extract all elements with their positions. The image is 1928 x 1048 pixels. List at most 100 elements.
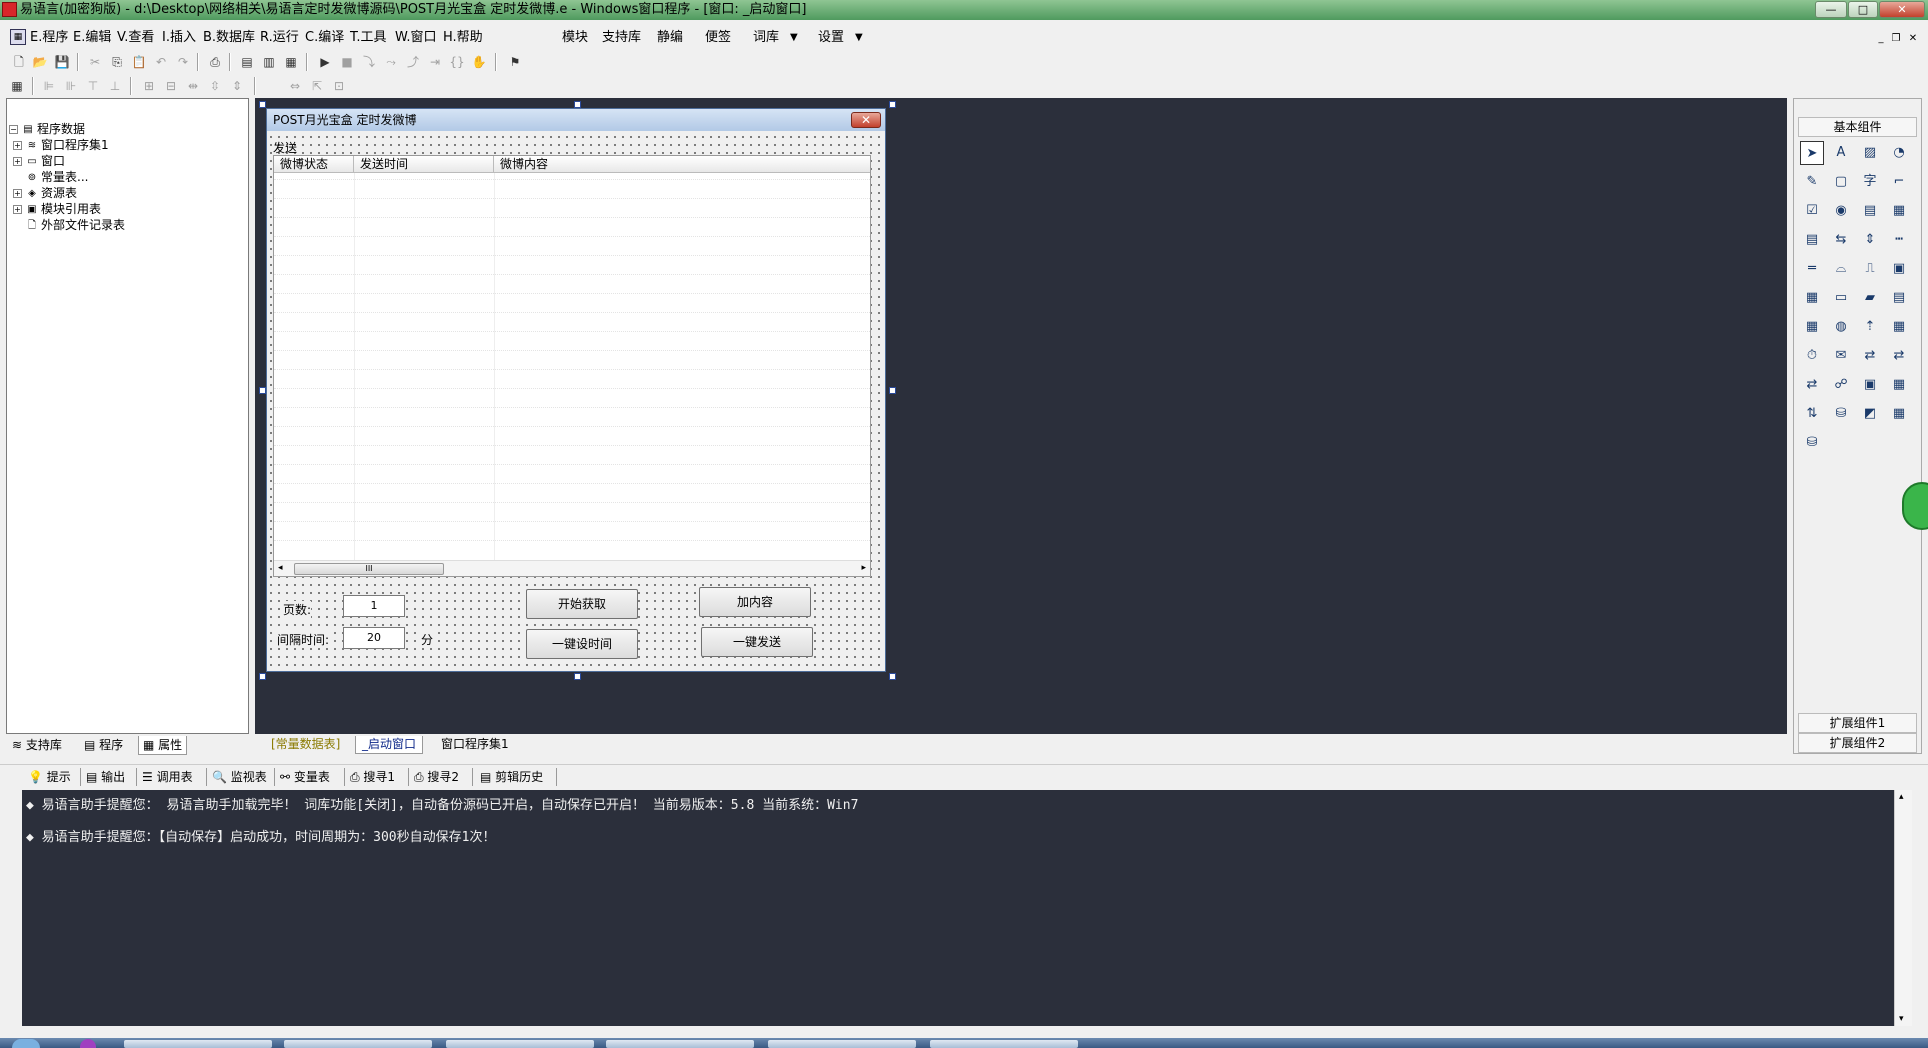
expand-icon[interactable]: + xyxy=(13,205,22,214)
send-all-button[interactable]: 一键发送 xyxy=(701,627,813,657)
taskbar-window[interactable] xyxy=(768,1040,916,1048)
progress-icon[interactable]: ┅ xyxy=(1887,228,1911,252)
chart-icon[interactable]: ◩ xyxy=(1858,402,1882,426)
stop-icon[interactable]: ■ xyxy=(338,53,356,71)
radio-icon[interactable]: ◉ xyxy=(1829,199,1853,223)
design-window[interactable]: POST月光宝盒 定时发微博 ✕ 发送 微博状态 发送时间 微博内容 ◂ III… xyxy=(266,108,886,672)
spinner-icon[interactable]: ⇡ xyxy=(1858,315,1882,339)
menu-notes[interactable]: 便签 xyxy=(705,30,731,46)
tab-output[interactable]: ▤ 输出 xyxy=(86,768,125,786)
odbc-icon[interactable]: ▦ xyxy=(1887,402,1911,426)
column-header-content[interactable]: 微博内容 xyxy=(494,156,870,173)
space-v-icon[interactable]: ⇳ xyxy=(206,77,224,95)
menu-static-compile[interactable]: 静编 xyxy=(657,30,683,46)
weibo-list-view[interactable]: 微博状态 发送时间 微博内容 ◂ III ▸ xyxy=(273,155,871,577)
menu-database[interactable]: B.数据库 xyxy=(203,30,255,46)
port-icon[interactable]: ☍ xyxy=(1829,373,1853,397)
vscroll-icon[interactable]: ⇕ xyxy=(1858,228,1882,252)
menu-support-lib[interactable]: 支持库 xyxy=(602,30,641,46)
tab-icon[interactable]: ⌓ xyxy=(1829,257,1853,281)
align-top-icon[interactable]: ⊤ xyxy=(84,77,102,95)
menu-module[interactable]: 模块 xyxy=(562,30,588,46)
align-right-icon[interactable]: ⊪ xyxy=(62,77,80,95)
same-height-icon[interactable]: ⇕ xyxy=(228,77,246,95)
tab-hint[interactable]: 💡 提示 xyxy=(28,768,71,786)
hand-icon[interactable]: ✋ xyxy=(470,53,488,71)
table-icon[interactable]: ▦ xyxy=(1800,315,1824,339)
copy-icon[interactable]: ⎘ xyxy=(108,53,126,71)
tab-constants-table[interactable]: [常量数据表] xyxy=(265,736,346,754)
menu-compile[interactable]: C.编译 xyxy=(305,30,344,46)
menu-view[interactable]: V.查看 xyxy=(117,30,154,46)
tab-program[interactable]: ▤ 程序 xyxy=(80,736,128,755)
maximize-button[interactable]: □ xyxy=(1848,1,1878,18)
collapse-icon[interactable]: − xyxy=(9,125,18,134)
tab-variables[interactable]: ⚯ 变量表 xyxy=(280,768,330,786)
page-input[interactable]: 1 xyxy=(343,595,405,617)
mdi-close-button[interactable]: ✕ xyxy=(1906,32,1920,46)
mdi-doc-icon[interactable]: ▦ xyxy=(10,29,26,45)
scroll-down-icon[interactable]: ▾ xyxy=(1899,1014,1904,1024)
same-size-icon[interactable]: ⇱ xyxy=(308,77,326,95)
set-time-button[interactable]: 一键设时间 xyxy=(526,629,638,659)
space-h-icon[interactable]: ⇹ xyxy=(184,77,202,95)
resize-handle[interactable] xyxy=(889,673,896,680)
taskbar-window[interactable] xyxy=(124,1040,272,1048)
breakpoint-icon[interactable]: {} xyxy=(448,53,466,71)
undo-icon[interactable]: ↶ xyxy=(152,53,170,71)
run-icon[interactable]: ▶ xyxy=(316,53,334,71)
tab-watch[interactable]: 🔍 监视表 xyxy=(212,768,267,786)
tab-clip-history[interactable]: ▤ 剪辑历史 xyxy=(480,768,543,786)
tab-startup-window[interactable]: _启动窗口 xyxy=(355,736,424,754)
label-icon[interactable]: A xyxy=(1829,141,1853,165)
menu-insert[interactable]: I.插入 xyxy=(162,30,196,46)
network-icon[interactable]: ⇄ xyxy=(1858,344,1882,368)
resize-handle[interactable] xyxy=(574,101,581,108)
menu-help[interactable]: H.帮助 xyxy=(443,30,483,46)
tab-search-1[interactable]: ⎙ 搜寻1 xyxy=(350,768,395,786)
align-left-icon[interactable]: ⊫ xyxy=(40,77,58,95)
add-content-button[interactable]: 加内容 xyxy=(699,587,811,617)
globe-icon[interactable]: ◍ xyxy=(1829,315,1853,339)
layout-3-icon[interactable]: ▦ xyxy=(282,53,300,71)
dictionary-dropdown-icon[interactable]: ▼ xyxy=(790,30,798,46)
grid-icon[interactable]: ▦ xyxy=(8,77,26,95)
menu-run[interactable]: R.运行 xyxy=(260,30,299,46)
close-button[interactable]: ✕ xyxy=(1879,1,1925,18)
paste-icon[interactable]: 📋 xyxy=(130,53,148,71)
basic-components-header[interactable]: 基本组件 xyxy=(1798,117,1917,137)
run-to-cursor-icon[interactable]: ⇥ xyxy=(426,53,444,71)
output-pane[interactable]: ◆ 易语言助手提醒您： 易语言助手加载完毕！ 词库功能[关闭]，自动备份源码已开… xyxy=(22,790,1894,1026)
edit-box-icon[interactable]: ✎ xyxy=(1800,170,1824,194)
tree-icon[interactable]: ⇅ xyxy=(1800,402,1824,426)
design-menu-send[interactable]: 发送 xyxy=(273,139,297,156)
tree-item-resources[interactable]: + ◈ 资源表 xyxy=(13,185,77,201)
start-fetch-button[interactable]: 开始获取 xyxy=(526,589,638,619)
menu-window[interactable]: W.窗口 xyxy=(395,30,437,46)
column-header-time[interactable]: 发送时间 xyxy=(354,156,494,173)
scroll-right-icon[interactable]: ▸ xyxy=(861,563,866,573)
extension-components-1[interactable]: 扩展组件1 xyxy=(1798,713,1917,733)
tab-support-lib[interactable]: ≋ 支持库 xyxy=(8,736,66,755)
picture-icon[interactable]: ▨ xyxy=(1858,141,1882,165)
align-bottom-icon[interactable]: ⊥ xyxy=(106,77,124,95)
same-width-icon[interactable]: ⇔ xyxy=(286,77,304,95)
calendar-icon[interactable]: ▦ xyxy=(1800,286,1824,310)
menu-dictionary[interactable]: 词库 xyxy=(753,30,779,46)
line-icon[interactable]: ⌐ xyxy=(1887,170,1911,194)
resize-handle[interactable] xyxy=(574,673,581,680)
tree-item-window[interactable]: + ▭ 窗口 xyxy=(13,153,65,169)
pointer-icon[interactable]: ➤ xyxy=(1800,141,1824,165)
list-horizontal-scrollbar[interactable]: ◂ III ▸ xyxy=(274,560,870,576)
menu-edit[interactable]: E.编辑 xyxy=(73,30,111,46)
panel-icon[interactable]: ▦ xyxy=(1887,315,1911,339)
step-out-icon[interactable]: ⤴ xyxy=(404,53,422,71)
tab-properties[interactable]: ▦ 属性 xyxy=(138,736,188,755)
toolbar-icon[interactable]: ⎍ xyxy=(1858,257,1882,281)
tab-call-stack[interactable]: ☰ 调用表 xyxy=(142,768,193,786)
interval-input[interactable]: 20 xyxy=(343,627,405,649)
new-file-icon[interactable]: 🗋 xyxy=(10,53,28,71)
layout-1-icon[interactable]: ▤ xyxy=(238,53,256,71)
center-v-icon[interactable]: ⊟ xyxy=(162,77,180,95)
document-icon[interactable]: ▤ xyxy=(1887,286,1911,310)
